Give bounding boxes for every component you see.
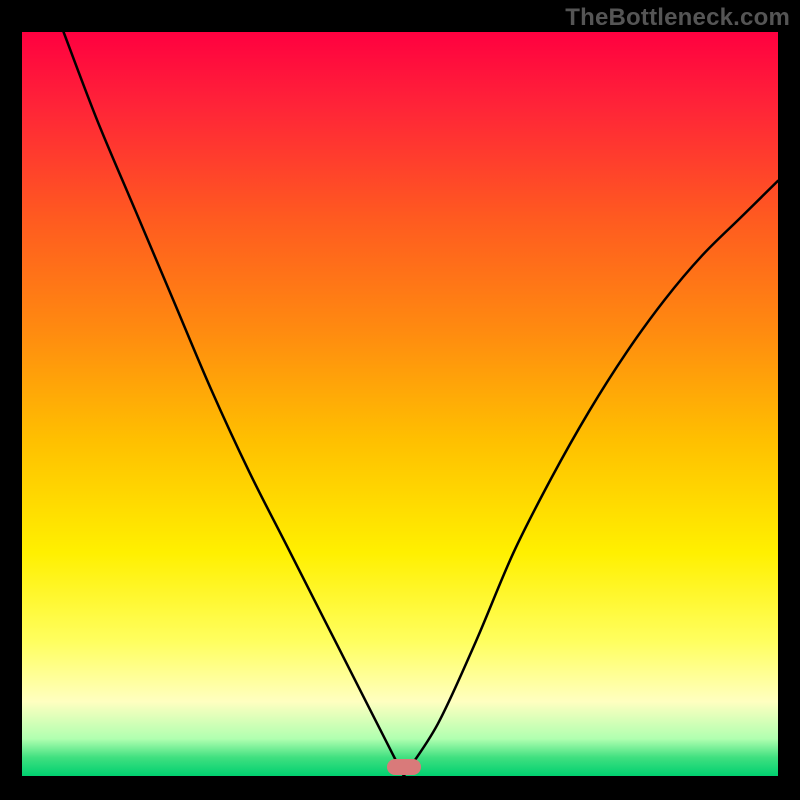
attribution-label: TheBottleneck.com [565,4,790,32]
optimal-marker [387,759,421,775]
chart-frame: TheBottleneck.com [0,0,800,800]
gradient-plot [22,32,778,776]
plot-area [22,32,778,776]
gradient-background [22,32,778,776]
